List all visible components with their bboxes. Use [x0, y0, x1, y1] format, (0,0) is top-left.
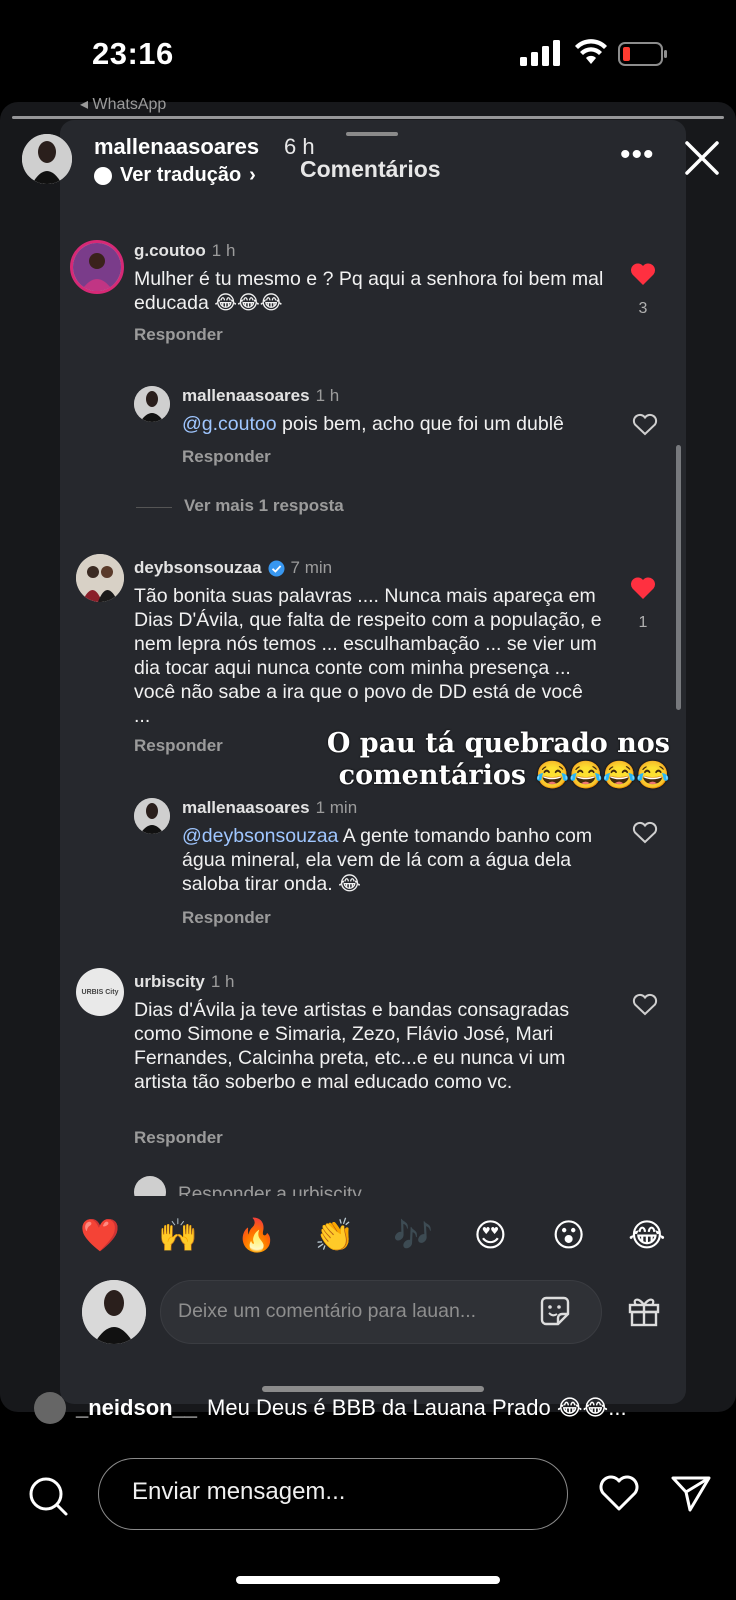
heart-outline-icon[interactable]: [598, 1474, 640, 1512]
comment-placeholder: Deixe um comentário para lauan...: [178, 1300, 477, 1322]
reply-avatar[interactable]: [134, 386, 170, 422]
story-username[interactable]: mallenaasoares: [94, 134, 259, 160]
emoji-raised-hands[interactable]: 🙌: [158, 1216, 198, 1254]
send-message-placeholder: Enviar mensagem...: [132, 1478, 346, 1505]
reply-text: @deybsonsouzaa A gente tomando banho com…: [182, 825, 593, 895]
gift-icon[interactable]: [626, 1292, 662, 1328]
comment-avatar[interactable]: [76, 554, 124, 602]
battery-low-icon: [618, 42, 667, 66]
reply-username[interactable]: mallenaasoares 1 min: [182, 798, 357, 818]
camera-search-icon[interactable]: [26, 1474, 70, 1518]
sheet-grabber[interactable]: [346, 132, 398, 136]
close-icon[interactable]: [684, 140, 720, 176]
mention-link[interactable]: @deybsonsouzaa: [182, 825, 338, 847]
reply-button[interactable]: Responder: [182, 908, 271, 928]
like-count: 1: [638, 614, 648, 631]
liked-heart-icon[interactable]: [630, 262, 656, 286]
emoji-surprised[interactable]: 😮: [550, 1216, 588, 1254]
verified-badge-icon: [268, 560, 285, 576]
reply-button[interactable]: Responder: [134, 325, 223, 345]
story-progress-bar: [12, 116, 724, 119]
heart-outline-icon[interactable]: [632, 412, 658, 436]
emoji-quick-bar: ❤️ 🙌 🔥 👏 🎶 😍 😮 😂: [80, 1216, 666, 1254]
reply-button[interactable]: Responder: [182, 447, 271, 467]
translate-link[interactable]: Ver tradução ›: [94, 164, 256, 187]
wifi-icon: [575, 39, 607, 64]
comment-username[interactable]: urbiscity 1 h: [134, 972, 235, 992]
story-source-label: ◂ WhatsApp: [80, 96, 167, 113]
divider: [136, 507, 172, 508]
latest-comment-text: Meu Deus é BBB da Lauana Prado 😂😂...: [207, 1395, 627, 1420]
commenter-avatar: [34, 1392, 66, 1424]
heart-outline-icon[interactable]: [632, 992, 658, 1016]
send-icon[interactable]: [670, 1472, 712, 1514]
comment-avatar[interactable]: [70, 240, 124, 294]
comments-scrollbar[interactable]: [676, 445, 681, 710]
emoji-heart-eyes[interactable]: 😍: [471, 1216, 509, 1254]
reply-button[interactable]: Responder: [134, 736, 223, 756]
latest-story-comment: _neidson__ Meu Deus é BBB da Lauana Prad…: [34, 1392, 627, 1424]
comment-text: Dias d'Ávila ja teve artistas e bandas c…: [134, 999, 570, 1093]
comment-avatar[interactable]: URBIS City: [76, 968, 124, 1016]
story-author-avatar[interactable]: [22, 134, 72, 184]
emoji-laughing[interactable]: 😂: [628, 1216, 666, 1254]
home-indicator[interactable]: [236, 1576, 500, 1584]
reply-button[interactable]: Responder: [134, 1128, 223, 1148]
sticker-icon[interactable]: [538, 1294, 572, 1328]
liked-heart-icon[interactable]: [630, 576, 656, 600]
reply-username[interactable]: mallenaasoares 1 h: [182, 386, 339, 406]
reply-prompt-avatar: [134, 1176, 166, 1196]
reply-text: @g.coutoo pois bem, acho que foi um dubl…: [182, 413, 564, 435]
like-count: 3: [638, 300, 648, 317]
emoji-clap[interactable]: 👏: [315, 1216, 355, 1254]
reply-prompt-text: Responder a urbiscity: [178, 1184, 362, 1196]
sheet-fade: [60, 1196, 686, 1204]
comment-text: Mulher é tu mesmo e ? Pq aqui a senhora …: [134, 268, 604, 314]
commenter-username[interactable]: _neidson__: [76, 1395, 197, 1421]
reply-prompt-row[interactable]: Responder a urbiscity: [134, 1176, 594, 1196]
cellular-signal-icon: [520, 40, 560, 66]
translate-label: Ver tradução: [120, 164, 242, 186]
comment-username[interactable]: deybsonsouzaa 7 min: [134, 558, 332, 578]
speech-bubble-icon: [94, 166, 112, 185]
heart-outline-icon[interactable]: [632, 820, 658, 844]
story-overlay-text: O pau tá quebrado nos comentários 😂😂😂😂: [326, 728, 670, 791]
emoji-heart[interactable]: ❤️: [80, 1216, 120, 1254]
mention-link[interactable]: @g.coutoo: [182, 413, 277, 435]
emoji-music[interactable]: 🎶: [393, 1216, 433, 1254]
chevron-right-icon: ›: [249, 164, 256, 186]
reply-avatar[interactable]: [134, 798, 170, 834]
comments-title: Comentários: [300, 156, 441, 182]
emoji-fire[interactable]: 🔥: [237, 1216, 277, 1254]
more-options-icon[interactable]: •••: [620, 140, 655, 170]
comment-text: Tão bonita suas palavras .... Nunca mais…: [134, 585, 602, 727]
comment-username[interactable]: g.coutoo 1 h: [134, 241, 235, 261]
view-more-replies-button[interactable]: Ver mais 1 resposta: [184, 496, 344, 516]
status-time: 23:16: [92, 36, 174, 71]
own-avatar: [82, 1280, 146, 1344]
